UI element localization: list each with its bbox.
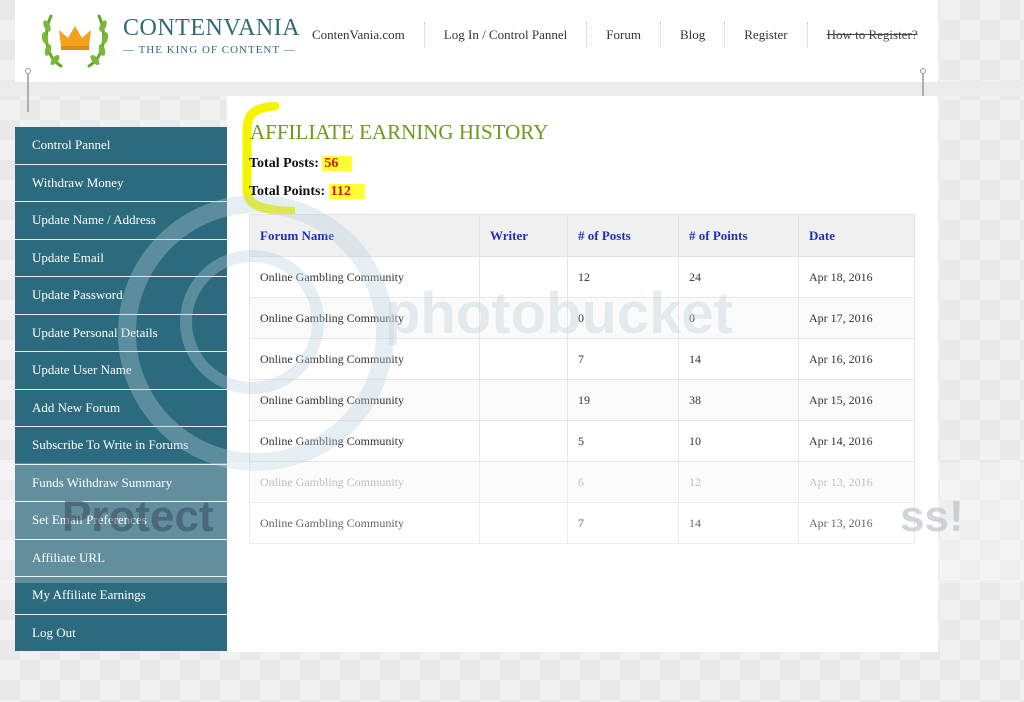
sidebar-item-update-user-name[interactable]: Update User Name <box>15 352 227 390</box>
sidebar-item-update-email[interactable]: Update Email <box>15 240 227 277</box>
page-title: AFFILIATE EARNING HISTORY <box>250 120 549 144</box>
cell-date: Apr 18, 2016 <box>798 256 915 298</box>
sidebar-item-affiliate-url[interactable]: Affiliate URL <box>15 540 227 577</box>
cell-date: Apr 14, 2016 <box>798 420 915 462</box>
header-divider-band <box>0 82 1024 96</box>
nav-forum[interactable]: Forum <box>587 22 661 48</box>
brand[interactable]: CONTENVANIA — THE KING OF CONTENT — <box>123 14 300 56</box>
affiliate-earning-table: Forum Name Writer # of Posts # of Points… <box>249 214 915 544</box>
cell-writer <box>479 502 568 544</box>
column-header-date[interactable]: Date <box>798 214 915 257</box>
cell-points: 24 <box>678 256 799 298</box>
cell-posts: 19 <box>567 379 679 421</box>
cell-points: 14 <box>678 502 799 544</box>
cell-forum-name: Online Gambling Community <box>249 256 480 298</box>
cell-points: 14 <box>678 338 799 380</box>
top-navigation: ContenVania.com Log In / Control Pannel … <box>293 22 937 48</box>
cell-posts: 7 <box>567 338 679 380</box>
nav-blog[interactable]: Blog <box>661 22 726 48</box>
table-row: Online Gambling Community 0 0 Apr 17, 20… <box>249 297 915 339</box>
table-header-row: Forum Name Writer # of Posts # of Points… <box>249 214 915 257</box>
cell-posts: 12 <box>567 256 679 298</box>
cell-date: Apr 15, 2016 <box>798 379 915 421</box>
cell-forum-name: Online Gambling Community <box>249 379 480 421</box>
sidebar-item-add-new-forum[interactable]: Add New Forum <box>15 390 227 427</box>
table-row: Online Gambling Community 7 14 Apr 16, 2… <box>249 338 915 380</box>
column-header-writer[interactable]: Writer <box>479 214 568 257</box>
nav-contenvania-home[interactable]: ContenVania.com <box>293 22 425 48</box>
table-row: Online Gambling Community 6 12 Apr 13, 2… <box>249 461 915 503</box>
table-row: Online Gambling Community 7 14 Apr 13, 2… <box>249 502 915 544</box>
total-points-value: 112 <box>328 184 365 199</box>
total-posts-label: Total Posts: <box>249 156 319 171</box>
cell-forum-name: Online Gambling Community <box>249 461 480 503</box>
sidebar-item-email-preferences[interactable]: Set Email Preferences <box>15 502 227 540</box>
brand-name: CONTENVANIA <box>123 15 301 41</box>
cell-forum-name: Online Gambling Community <box>249 420 480 462</box>
cell-posts: 5 <box>567 420 679 462</box>
cell-forum-name: Online Gambling Community <box>249 297 480 339</box>
crown-wreath-logo[interactable] <box>39 6 111 72</box>
cell-writer <box>479 420 568 462</box>
cell-date: Apr 13, 2016 <box>798 461 915 503</box>
cell-posts: 7 <box>567 502 679 544</box>
site-header: CONTENVANIA — THE KING OF CONTENT — Cont… <box>15 0 938 82</box>
cell-points: 10 <box>678 420 799 462</box>
cell-forum-name: Online Gambling Community <box>249 338 480 380</box>
cell-forum-name: Online Gambling Community <box>249 502 480 544</box>
table-row: Online Gambling Community 19 38 Apr 15, … <box>249 379 915 421</box>
sidebar-item-update-password[interactable]: Update Password <box>15 277 227 315</box>
cell-writer <box>479 256 568 298</box>
cell-date: Apr 16, 2016 <box>798 338 915 380</box>
brand-tagline: — THE KING OF CONTENT — <box>123 44 296 56</box>
cell-writer <box>479 461 568 503</box>
main-content: AFFILIATE EARNING HISTORY Total Posts: 5… <box>227 96 938 652</box>
cell-points: 12 <box>678 461 799 503</box>
cell-date: Apr 13, 2016 <box>798 502 915 544</box>
sidebar-item-update-name-address[interactable]: Update Name / Address <box>15 202 227 240</box>
sidebar-item-withdraw-money[interactable]: Withdraw Money <box>15 165 227 202</box>
pin-icon <box>25 68 31 112</box>
nav-login-control-panel[interactable]: Log In / Control Pannel <box>425 22 588 48</box>
cell-writer <box>479 379 568 421</box>
table-row: Online Gambling Community 12 24 Apr 18, … <box>249 256 915 298</box>
cell-posts: 6 <box>567 461 679 503</box>
sidebar-item-update-personal-details[interactable]: Update Personal Details <box>15 315 227 352</box>
table-row: Online Gambling Community 5 10 Apr 14, 2… <box>249 420 915 462</box>
sidebar-item-control-pannel[interactable]: Control Pannel <box>15 127 227 165</box>
cell-points: 38 <box>678 379 799 421</box>
total-posts-value: 56 <box>322 156 353 171</box>
column-header-posts[interactable]: # of Posts <box>567 214 679 257</box>
cell-date: Apr 17, 2016 <box>798 297 915 339</box>
column-header-points[interactable]: # of Points <box>678 214 799 257</box>
total-points: Total Points: 112 <box>249 184 365 200</box>
total-points-label: Total Points: <box>249 184 326 199</box>
cell-points: 0 <box>678 297 799 339</box>
cell-posts: 0 <box>567 297 679 339</box>
account-sidebar: Control Pannel Withdraw Money Update Nam… <box>15 127 227 652</box>
nav-register[interactable]: Register <box>725 22 808 48</box>
sidebar-item-funds-withdraw-summary[interactable]: Funds Withdraw Summary <box>15 465 227 502</box>
total-posts: Total Posts: 56 <box>249 156 353 172</box>
sidebar-item-affiliate-earnings[interactable]: My Affiliate Earnings <box>15 577 227 615</box>
cell-writer <box>479 297 568 339</box>
column-header-forum-name[interactable]: Forum Name <box>249 214 480 257</box>
nav-how-to-register[interactable]: How to Register? <box>808 22 937 48</box>
cell-writer <box>479 338 568 380</box>
sidebar-item-log-out[interactable]: Log Out <box>15 615 227 652</box>
brand-tagline-text: THE KING OF CONTENT <box>138 44 280 56</box>
sidebar-item-subscribe-forums[interactable]: Subscribe To Write in Forums <box>15 427 227 465</box>
